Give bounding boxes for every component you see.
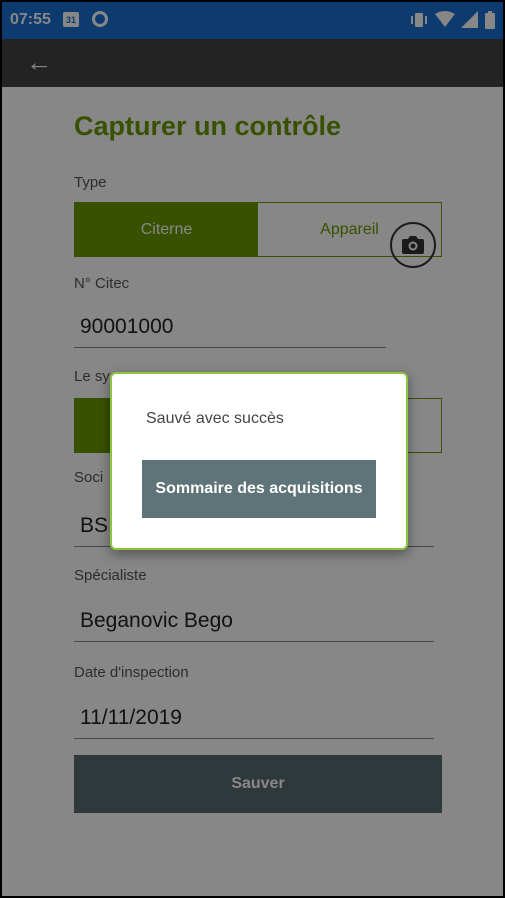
phone-screen: 07:55 31 ← Capturer un contrôle Type Cit… [0, 0, 505, 898]
success-dialog: Sauvé avec succès Sommaire des acquisiti… [110, 372, 408, 550]
summary-button[interactable]: Sommaire des acquisitions [142, 460, 376, 518]
dialog-message: Sauvé avec succès [146, 410, 284, 427]
